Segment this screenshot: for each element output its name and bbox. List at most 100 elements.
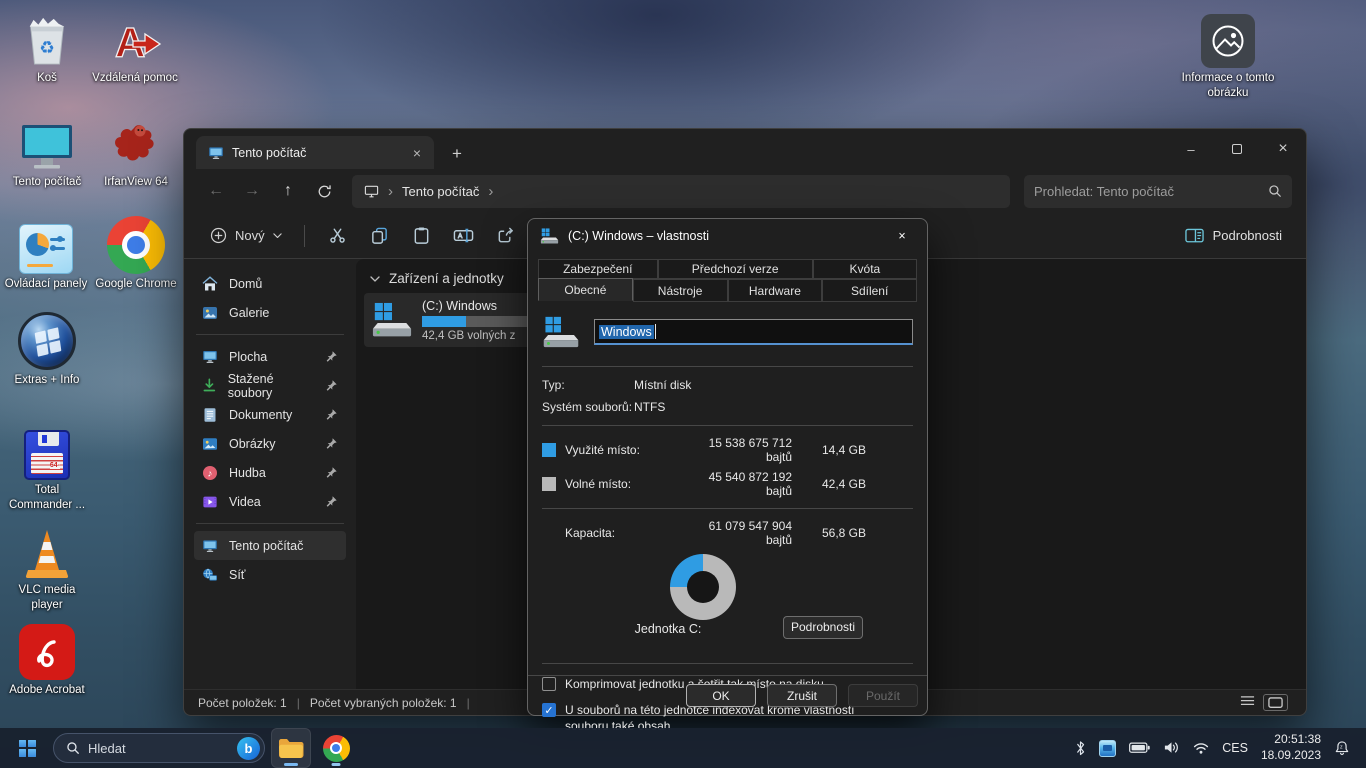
desktop-icon-irfanview[interactable]: IrfanView 64 bbox=[94, 116, 178, 190]
start-button[interactable] bbox=[8, 729, 46, 767]
navigation-bar: ← → ↑ › Tento počítač › Prohledat: Tento… bbox=[184, 169, 1306, 213]
tab-security[interactable]: Zabezpečení bbox=[538, 259, 658, 279]
used-space-label: Využité místo: bbox=[565, 443, 685, 457]
wifi-icon[interactable] bbox=[1193, 741, 1209, 755]
details-pane-button[interactable]: Podrobnosti bbox=[1177, 222, 1290, 249]
share-button[interactable] bbox=[485, 219, 527, 253]
pin-icon[interactable] bbox=[325, 437, 338, 450]
taskbar-explorer-button[interactable] bbox=[272, 729, 310, 767]
tab-close-icon[interactable]: × bbox=[406, 142, 428, 164]
desktop-icon-total-commander[interactable]: 64- Total Commander ... bbox=[4, 424, 90, 513]
rename-icon bbox=[453, 226, 474, 245]
sidebar-item-home[interactable]: Domů bbox=[194, 269, 346, 298]
desktop-icon-vlc[interactable]: VLC media player bbox=[4, 524, 90, 613]
close-button[interactable]: × bbox=[1260, 129, 1306, 169]
sidebar-item-documents[interactable]: Dokumenty bbox=[194, 400, 346, 429]
free-space-bytes: 45 540 872 192 bajtů bbox=[685, 470, 792, 498]
sidebar-item-pictures[interactable]: Obrázky bbox=[194, 429, 346, 458]
filesystem-label: Systém souborů: bbox=[542, 400, 634, 414]
tab-sharing[interactable]: Sdílení bbox=[822, 279, 917, 302]
sidebar-item-desktop[interactable]: Plocha bbox=[194, 342, 346, 371]
breadcrumb-item[interactable]: Tento počítač bbox=[402, 184, 479, 199]
sidebar-item-network[interactable]: Síť bbox=[194, 560, 346, 589]
desktop-icon-extras-info[interactable]: Extras + Info bbox=[4, 314, 90, 388]
breadcrumb[interactable]: › Tento počítač › bbox=[352, 175, 1010, 208]
taskbar-chrome-button[interactable] bbox=[317, 729, 355, 767]
pin-icon[interactable] bbox=[325, 350, 338, 363]
sidebar-item-label: Plocha bbox=[229, 350, 267, 364]
desktop-icon-remote-help[interactable]: A Vzdálená pomoc bbox=[92, 12, 178, 86]
clock-time: 20:51:38 bbox=[1261, 732, 1321, 748]
details-view-button[interactable] bbox=[1240, 695, 1255, 709]
pin-icon[interactable] bbox=[325, 408, 338, 421]
irfanview-cat-icon bbox=[109, 116, 163, 172]
network-app-icon[interactable] bbox=[1099, 740, 1116, 757]
tab-hardware[interactable]: Hardware bbox=[728, 279, 823, 302]
tab-previous-versions[interactable]: Předchozí verze bbox=[658, 259, 813, 279]
maximize-button[interactable] bbox=[1214, 129, 1260, 169]
bing-icon: b bbox=[237, 737, 260, 760]
explorer-tab[interactable]: Tento počítač × bbox=[196, 136, 434, 169]
chrome-icon bbox=[107, 218, 165, 274]
drive-icon bbox=[371, 302, 413, 338]
drive-name-field[interactable]: Windows bbox=[594, 319, 913, 345]
forward-button[interactable]: → bbox=[234, 175, 270, 207]
chevron-right-icon[interactable]: › bbox=[488, 183, 493, 200]
refresh-button[interactable] bbox=[306, 175, 342, 207]
language-indicator[interactable]: CES bbox=[1222, 741, 1248, 755]
monitor-icon bbox=[364, 184, 379, 199]
thumbnail-view-button[interactable] bbox=[1263, 694, 1288, 711]
copy-button[interactable] bbox=[359, 219, 401, 253]
cut-button[interactable] bbox=[317, 219, 359, 253]
capacity-bytes: 61 079 547 904 bajtů bbox=[685, 519, 792, 547]
back-button[interactable]: ← bbox=[198, 175, 234, 207]
tab-general[interactable]: Obecné bbox=[538, 278, 633, 301]
share-icon bbox=[496, 226, 515, 245]
navigation-pane: Domů Galerie Plocha Stažené soubory bbox=[184, 259, 356, 689]
tab-quota[interactable]: Kvóta bbox=[813, 259, 917, 279]
volume-icon[interactable] bbox=[1163, 740, 1180, 755]
separator bbox=[542, 366, 913, 367]
music-icon: ♪ bbox=[202, 465, 218, 481]
network-icon bbox=[202, 567, 218, 583]
minimize-button[interactable]: – bbox=[1168, 129, 1214, 169]
dialog-close-button[interactable]: × bbox=[883, 222, 921, 250]
desktop-icon-image-info[interactable]: Informace o tomto obrázku bbox=[1176, 12, 1280, 101]
svg-text:z: z bbox=[1340, 745, 1343, 751]
taskbar-search[interactable]: Hledat b bbox=[53, 733, 265, 763]
sidebar-item-this-pc[interactable]: Tento počítač bbox=[194, 531, 346, 560]
cancel-button[interactable]: Zrušit bbox=[767, 684, 837, 707]
notification-bell-icon[interactable]: z bbox=[1334, 740, 1350, 756]
desktop-icon-this-pc[interactable]: Tento počítač bbox=[4, 116, 90, 190]
new-tab-button[interactable]: + bbox=[440, 139, 474, 169]
desktop-icon-acrobat[interactable]: Adobe Acrobat bbox=[2, 624, 92, 698]
apply-button[interactable]: Použít bbox=[848, 684, 918, 707]
pin-icon[interactable] bbox=[325, 495, 338, 508]
desktop-icon-recycle-bin[interactable]: ♻ Koš bbox=[10, 12, 84, 86]
desktop-icon-label: Extras + Info bbox=[15, 373, 80, 388]
paste-button[interactable] bbox=[401, 219, 443, 253]
running-indicator bbox=[332, 763, 341, 766]
new-button[interactable]: Nový bbox=[200, 221, 292, 250]
svg-text:♪: ♪ bbox=[208, 468, 213, 479]
chevron-down-icon bbox=[370, 276, 380, 282]
battery-icon[interactable] bbox=[1129, 741, 1150, 754]
bluetooth-icon[interactable] bbox=[1075, 740, 1086, 757]
pin-icon[interactable] bbox=[325, 379, 338, 392]
pin-icon[interactable] bbox=[325, 466, 338, 479]
rename-button[interactable] bbox=[443, 219, 485, 253]
details-button[interactable]: Podrobnosti bbox=[783, 616, 863, 639]
up-button[interactable]: ↑ bbox=[270, 175, 306, 207]
desktop-icon-chrome[interactable]: Google Chrome bbox=[90, 218, 182, 292]
sidebar-item-downloads[interactable]: Stažené soubory bbox=[194, 371, 346, 400]
sidebar-item-videos[interactable]: Videa bbox=[194, 487, 346, 516]
desktop-icon-control-panel[interactable]: Ovládací panely bbox=[0, 218, 92, 292]
sidebar-item-gallery[interactable]: Galerie bbox=[194, 298, 346, 327]
sidebar-item-music[interactable]: ♪ Hudba bbox=[194, 458, 346, 487]
clock[interactable]: 20:51:38 18.09.2023 bbox=[1261, 732, 1321, 763]
search-input[interactable]: Prohledat: Tento počítač bbox=[1024, 175, 1292, 208]
capacity-spacer bbox=[542, 526, 556, 540]
ok-button[interactable]: OK bbox=[686, 684, 756, 707]
tab-tools[interactable]: Nástroje bbox=[633, 279, 728, 302]
remote-help-icon: A bbox=[108, 12, 162, 68]
